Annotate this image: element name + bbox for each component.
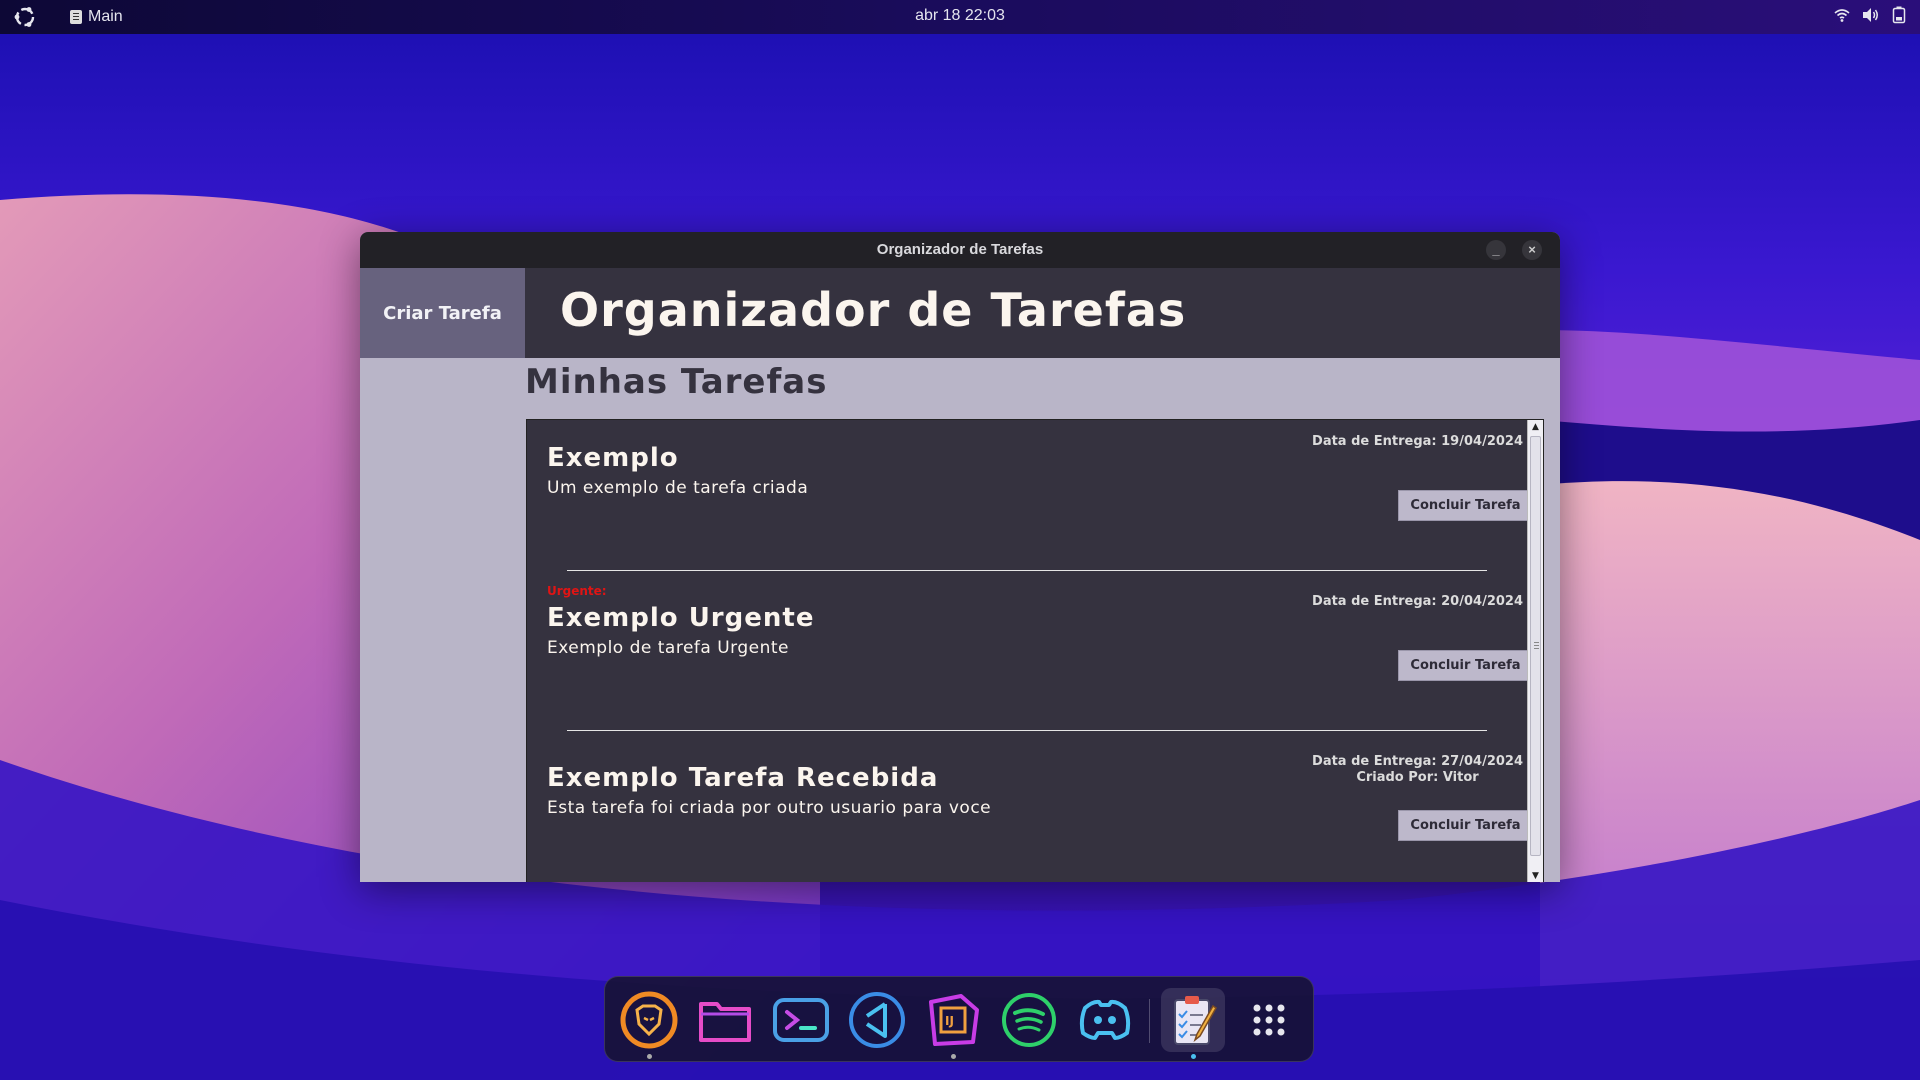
system-tray[interactable]	[1834, 6, 1906, 24]
complete-task-button[interactable]: Concluir Tarefa	[1398, 650, 1533, 681]
dock-item-show-apps[interactable]	[1237, 988, 1301, 1052]
task-organizer-window: Organizador de Tarefas _ × Criar Tarefa …	[360, 232, 1560, 882]
close-button[interactable]: ×	[1522, 240, 1542, 260]
task-separator	[567, 570, 1487, 571]
task-due-date-text: Data de Entrega: 20/04/2024	[1312, 594, 1523, 609]
app-header-title: Organizador de Tarefas	[560, 283, 1187, 337]
task-due-date-text: Data de Entrega: 19/04/2024	[1312, 434, 1523, 449]
files-folder-icon	[699, 1002, 751, 1042]
complete-task-button[interactable]: Concluir Tarefa	[1398, 810, 1533, 841]
task-card: Urgente: Exemplo Urgente Exemplo de tare…	[527, 580, 1543, 740]
clock[interactable]: abr 18 22:03	[0, 7, 1920, 25]
dock-item-vscode[interactable]	[845, 988, 909, 1052]
task-name: Exemplo	[547, 443, 679, 473]
task-due-date: Data de Entrega: 27/04/2024 Criado Por: …	[1312, 754, 1523, 786]
app-header: Organizador de Tarefas	[525, 268, 1560, 358]
section-title: Minhas Tarefas	[525, 362, 828, 402]
wifi-icon	[1834, 9, 1850, 22]
task-card: Exemplo Tarefa Recebida Esta tarefa foi …	[527, 740, 1543, 882]
urgent-label: Urgente:	[547, 584, 607, 598]
create-task-button[interactable]: Criar Tarefa	[360, 268, 525, 358]
dock: IJ	[604, 976, 1314, 1062]
running-indicator	[951, 1054, 956, 1059]
scroll-thumb[interactable]	[1530, 436, 1541, 856]
task-due-date-text: Data de Entrega: 27/04/2024	[1312, 754, 1523, 769]
task-card: Exemplo Um exemplo de tarefa criada Data…	[527, 420, 1543, 580]
running-indicator	[647, 1054, 652, 1059]
task-name: Exemplo Urgente	[547, 603, 815, 633]
dock-item-discord[interactable]	[1073, 988, 1137, 1052]
task-name: Exemplo Tarefa Recebida	[547, 763, 939, 793]
task-description: Exemplo de tarefa Urgente	[547, 638, 790, 658]
dock-divider	[1149, 999, 1150, 1043]
top-bar: Main abr 18 22:03	[0, 0, 1920, 34]
terminal-icon	[773, 998, 829, 1042]
dock-item-task-organizer[interactable]	[1161, 988, 1225, 1059]
task-list[interactable]: Exemplo Um exemplo de tarefa criada Data…	[526, 419, 1544, 882]
dock-item-brave[interactable]	[617, 988, 681, 1059]
task-due-date: Data de Entrega: 19/04/2024	[1312, 434, 1523, 450]
battery-icon	[1892, 6, 1906, 24]
minimize-button[interactable]: _	[1486, 240, 1506, 260]
dock-item-terminal[interactable]	[769, 988, 833, 1052]
running-indicator	[1191, 1054, 1196, 1059]
task-description: Um exemplo de tarefa criada	[547, 478, 809, 498]
task-creator: Criado Por: Vitor	[1356, 770, 1479, 785]
scroll-up-arrow-icon[interactable]: ▲	[1528, 420, 1543, 434]
discord-icon	[1079, 999, 1131, 1040]
scroll-down-arrow-icon[interactable]: ▼	[1528, 869, 1543, 882]
spotify-icon	[1002, 993, 1056, 1047]
dock-item-intellij[interactable]: IJ	[921, 988, 985, 1059]
task-due-date: Data de Entrega: 20/04/2024	[1312, 594, 1523, 610]
brave-browser-icon	[620, 991, 678, 1049]
show-apps-grid-icon	[1253, 1004, 1285, 1036]
task-organizer-app-icon	[1174, 996, 1217, 1045]
window-titlebar[interactable]: Organizador de Tarefas _ ×	[360, 232, 1560, 268]
dock-item-files[interactable]	[693, 988, 757, 1052]
complete-task-button[interactable]: Concluir Tarefa	[1398, 490, 1533, 521]
window-title: Organizador de Tarefas	[876, 241, 1044, 258]
scroll-grip	[1534, 642, 1539, 643]
dock-item-spotify[interactable]	[997, 988, 1061, 1052]
volume-icon	[1863, 8, 1878, 22]
intellij-idea-icon: IJ	[929, 994, 979, 1046]
desktop: Main abr 18 22:03 Organizador de Tarefas…	[0, 0, 1920, 1080]
vscode-icon	[849, 992, 905, 1048]
task-description: Esta tarefa foi criada por outro usuario…	[547, 798, 992, 818]
task-separator	[567, 730, 1487, 731]
svg-text:IJ: IJ	[945, 1014, 954, 1028]
task-list-scrollbar[interactable]: ▲ ▼	[1527, 420, 1543, 882]
